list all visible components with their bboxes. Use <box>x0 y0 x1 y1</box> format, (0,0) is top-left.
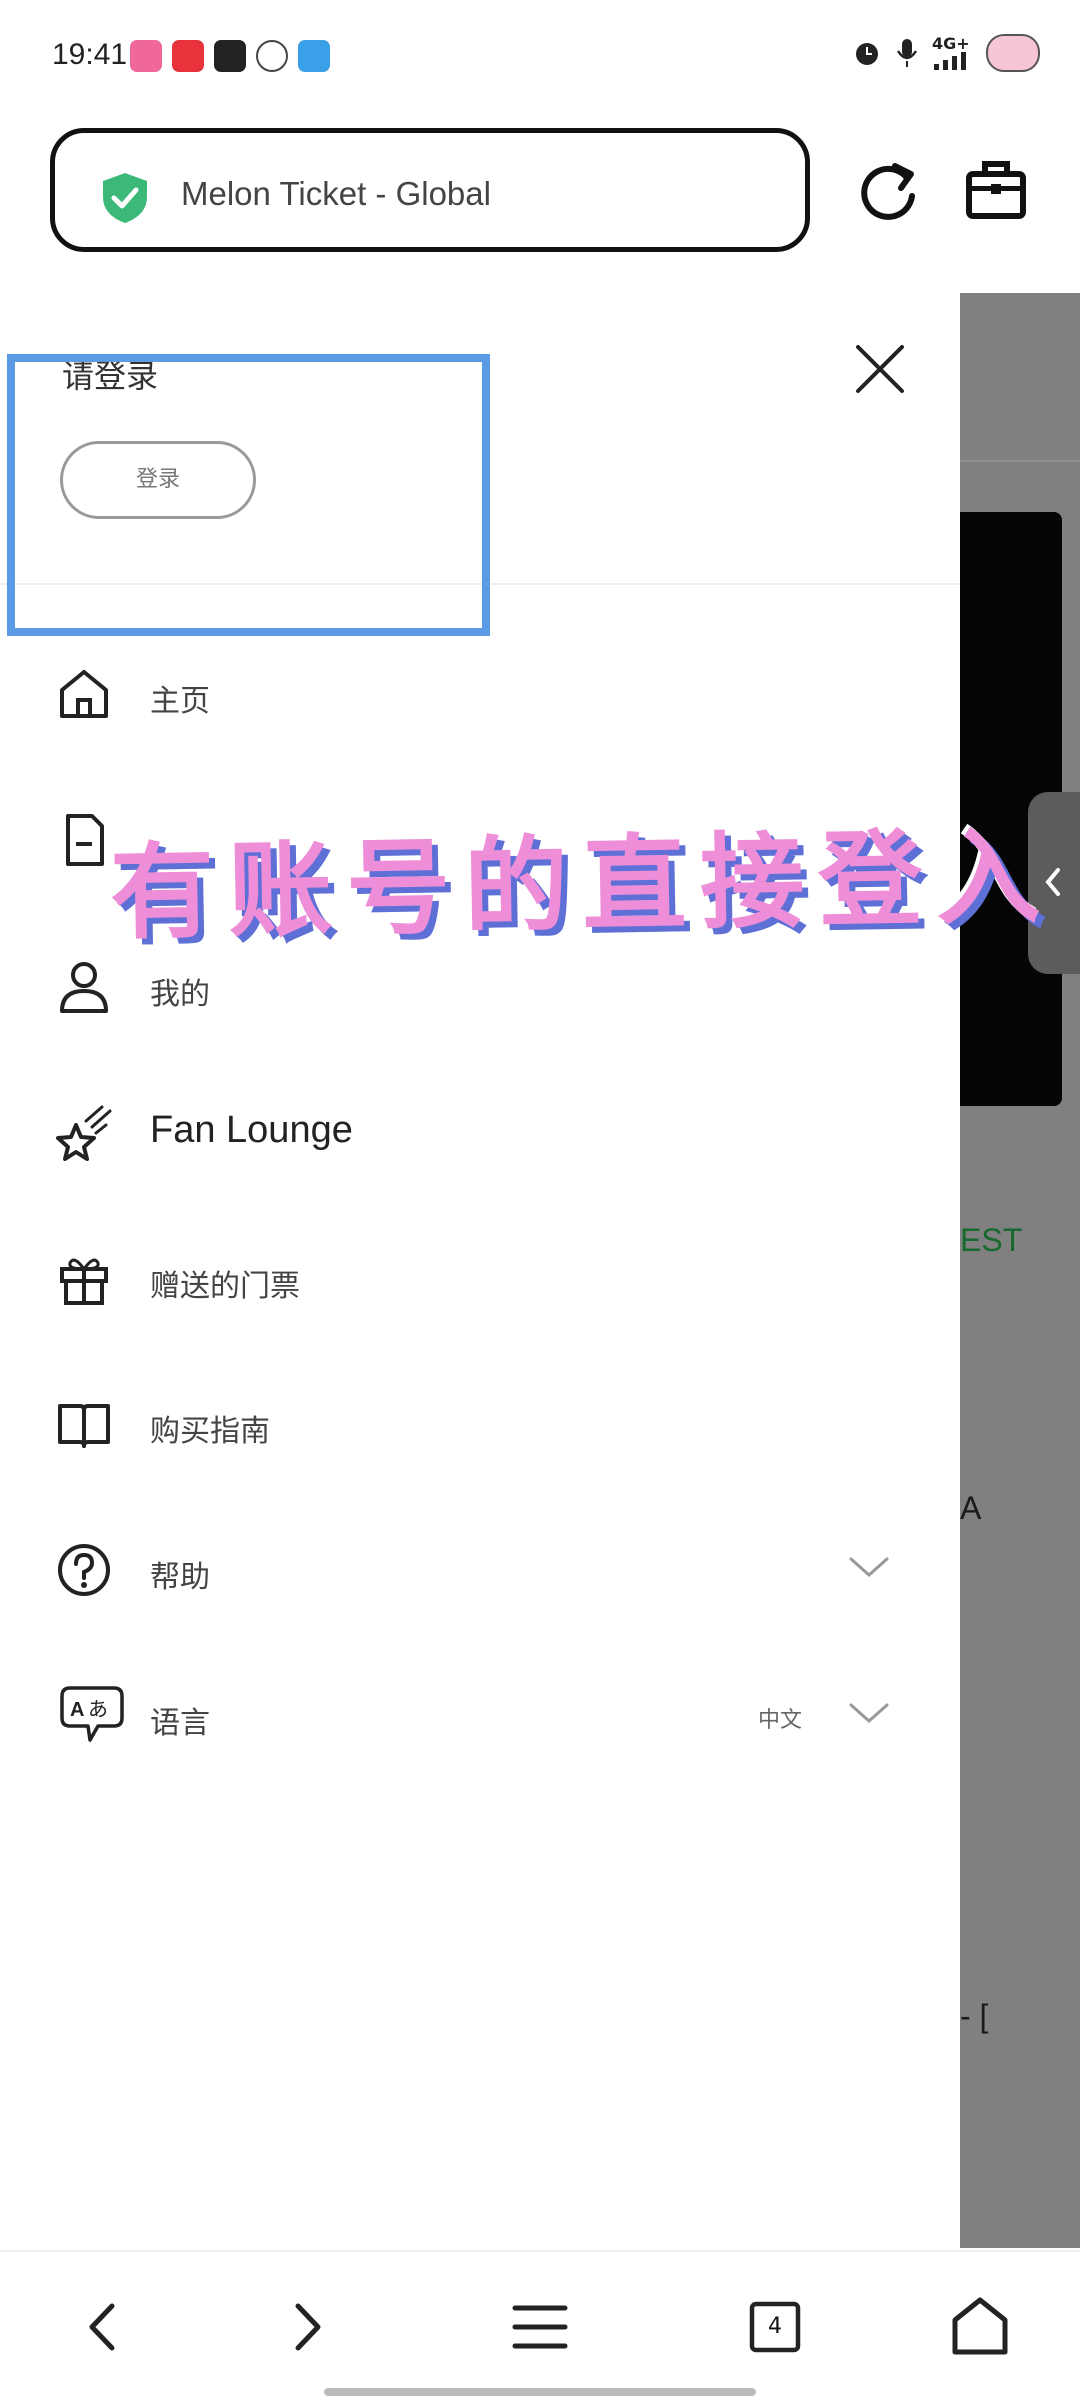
menu-item-label: 赠送的门票 <box>150 1269 300 1304</box>
forward-icon[interactable] <box>272 2292 342 2362</box>
menu-item-fan-lounge[interactable]: Fan Lounge <box>0 1083 960 1183</box>
cloud-status-icon <box>986 34 1040 72</box>
menu-item-purchase-guide[interactable]: 购买指南 <box>0 1374 960 1474</box>
notification-icons <box>130 40 330 72</box>
page-divider <box>960 460 1080 462</box>
menu-item-home[interactable]: 主页 <box>0 644 960 744</box>
menu-item-label: 购买指南 <box>150 1414 270 1449</box>
menu-item-label: 帮助 <box>150 1560 210 1595</box>
status-time: 19:41 <box>52 38 128 71</box>
xiaohongshu-app-icon <box>172 40 204 72</box>
tabs-button[interactable]: 4 <box>740 2292 810 2362</box>
current-language: 中文 <box>758 1708 803 1733</box>
menu-item-label: Fan Lounge <box>150 1109 353 1151</box>
shield-check-icon <box>103 173 147 223</box>
menu-item-label: 主页 <box>150 684 210 719</box>
message-app-icon <box>298 40 330 72</box>
help-icon <box>58 1544 110 1596</box>
network-type: 4G+ <box>932 34 970 53</box>
user-icon <box>60 962 108 1013</box>
menu-icon[interactable] <box>505 2292 575 2362</box>
book-icon <box>58 1404 110 1448</box>
menu-item-label: 我的 <box>150 977 210 1012</box>
browser-bottom-nav: 4 <box>0 2250 1080 2402</box>
signal-indicator: 4G+ <box>932 36 972 70</box>
home-nav-icon[interactable] <box>945 2292 1015 2362</box>
svg-text:A: A <box>70 1699 84 1721</box>
language-icon: Aあ <box>60 1686 124 1742</box>
chevron-down-icon[interactable] <box>848 1700 890 1726</box>
toolbox-icon[interactable] <box>965 158 1027 220</box>
gift-icon <box>60 1258 108 1305</box>
menu-item-label: 语言 <box>150 1706 210 1741</box>
tab-count: 4 <box>768 2314 782 2339</box>
refresh-icon[interactable] <box>855 158 921 226</box>
status-indicators: 4G+ <box>852 34 1040 72</box>
status-bar: 19:41 4G+ <box>0 0 1080 110</box>
back-icon[interactable] <box>68 2292 138 2362</box>
taobao-app-icon <box>214 40 246 72</box>
wechat-app-icon <box>256 40 288 72</box>
highlight-annotation-box <box>7 354 490 636</box>
chevron-down-icon[interactable] <box>848 1554 890 1580</box>
gesture-home-bar[interactable] <box>324 2388 756 2396</box>
close-icon[interactable] <box>852 341 908 397</box>
page-title: Melon Ticket - Global <box>181 175 491 212</box>
alarm-icon <box>856 43 878 65</box>
address-bar[interactable]: Melon Ticket - Global <box>50 128 810 252</box>
page-text-fragment: - [ <box>960 1998 989 2034</box>
page-text-fragment: EST <box>960 1222 1023 1258</box>
home-icon <box>60 670 108 718</box>
bilibili-app-icon <box>130 40 162 72</box>
page-text-fragment: A <box>960 1490 982 1526</box>
overlay-caption: 有账号的直接登入 <box>109 815 1056 955</box>
document-icon <box>66 814 104 866</box>
star-icon <box>56 1105 112 1161</box>
menu-item-language[interactable]: Aあ 语言 中文 <box>0 1666 960 1766</box>
menu-item-gifted-tickets[interactable]: 赠送的门票 <box>0 1229 960 1329</box>
svg-text:あ: あ <box>88 1697 108 1721</box>
signal-icon <box>934 52 966 70</box>
menu-item-help[interactable]: 帮助 <box>0 1520 960 1620</box>
microphone-icon <box>896 39 918 67</box>
